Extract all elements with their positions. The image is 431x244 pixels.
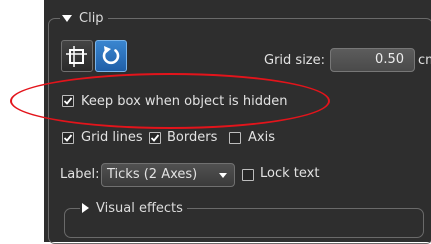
chevron-down-icon [219,173,227,178]
borders-label[interactable]: Borders [167,130,217,146]
lock-text-label[interactable]: Lock text [260,166,319,182]
rotate-reset-icon [102,46,120,65]
clip-group-title: Clip [79,10,104,26]
axis-label[interactable]: Axis [248,130,275,146]
visual-effects-title: Visual effects [96,200,183,216]
triangle-down-icon[interactable] [62,14,72,22]
borders-checkbox[interactable] [149,132,161,144]
axis-checkbox[interactable] [229,132,241,144]
keep-box-label[interactable]: Keep box when object is hidden [81,94,287,110]
grid-size-unit: cm [418,53,431,68]
lock-text-checkbox[interactable] [242,169,254,181]
reset-rotation-button[interactable] [95,40,127,72]
grid-lines-label[interactable]: Grid lines [81,130,143,146]
label-select-label: Label: [60,167,100,182]
clip-group-header[interactable]: Clip [60,10,108,26]
checkmark-icon [63,134,73,142]
checkmark-icon [63,97,73,105]
crop-box-button[interactable] [61,40,93,72]
keep-box-checkbox[interactable] [62,95,74,107]
grid-size-label: Grid size: [264,53,326,68]
checkmark-icon [150,134,160,142]
visual-effects-header[interactable]: Visual effects [80,200,187,216]
triangle-right-icon[interactable] [82,203,89,213]
crop-box-icon [66,46,87,67]
label-select[interactable]: Ticks (2 Axes) [101,163,235,187]
label-select-value: Ticks (2 Axes) [107,167,198,182]
grid-lines-checkbox[interactable] [62,132,74,144]
grid-size-input[interactable]: 0.50 [330,48,415,72]
clip-settings-panel: Clip Grid size: 0.50 cm Keep box when ob… [44,0,431,244]
